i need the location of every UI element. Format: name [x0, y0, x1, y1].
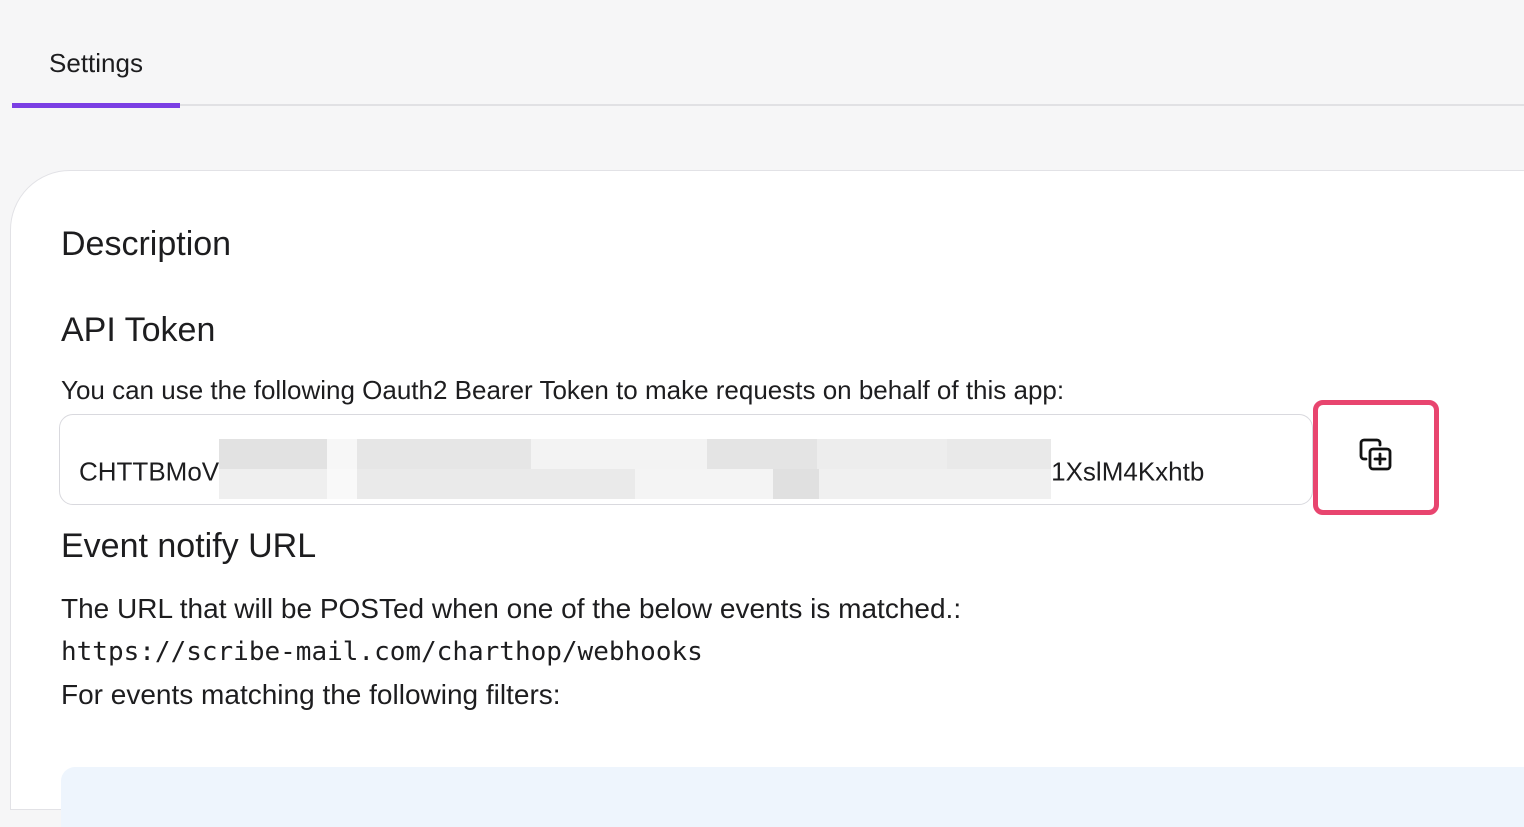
settings-card: Description API Token You can use the fo…	[10, 170, 1524, 827]
api-token-start: CHTTBMoV	[79, 456, 220, 487]
api-token-field[interactable]: CHTTBMoV 1XslM4Kxhtb	[59, 414, 1313, 505]
copy-icon	[1356, 435, 1396, 480]
event-notify-description: The URL that will be POSTed when one of …	[61, 593, 962, 624]
description-heading: Description	[61, 225, 232, 263]
event-notify-url: https://scribe-mail.com/charthop/webhook…	[61, 637, 703, 667]
tab-settings[interactable]: Settings	[12, 0, 180, 108]
api-token-value[interactable]: CHTTBMoV 1XslM4Kxhtb	[79, 439, 1205, 499]
event-filters-text: For events matching the following filter…	[61, 679, 561, 710]
api-token-end: 1XslM4Kxhtb	[1051, 456, 1205, 487]
api-token-helper-text: You can use the following Oauth2 Bearer …	[61, 375, 1065, 405]
api-token-redaction	[219, 439, 1052, 499]
api-token-heading: API Token	[61, 311, 216, 349]
tab-bar: Settings	[12, 0, 1524, 108]
event-filters-box	[61, 767, 1524, 827]
copy-token-button[interactable]	[1313, 400, 1439, 515]
tab-settings-label: Settings	[49, 48, 143, 78]
event-notify-url-heading: Event notify URL	[61, 527, 317, 565]
